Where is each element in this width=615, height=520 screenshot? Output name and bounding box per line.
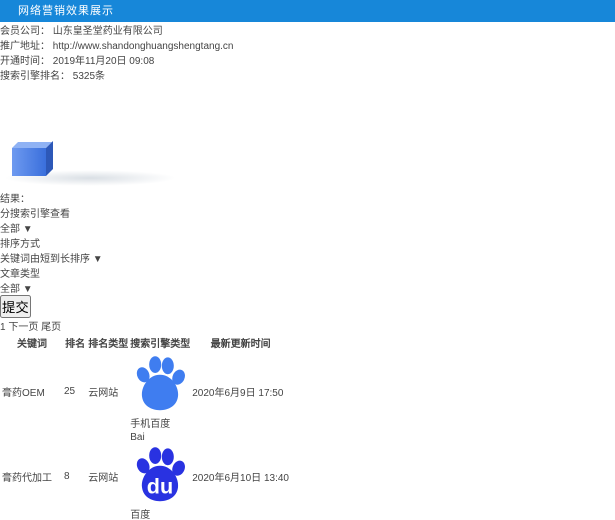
header-updated: 最新更新时间: [210, 339, 271, 350]
sort-select[interactable]: 关键词由短到长排序 ▼: [0, 250, 615, 265]
chevron-down-icon: ▼: [92, 254, 103, 265]
table-header-row: 关键词 排名 排名类型 搜索引擎类型 最新更新时间: [2, 335, 289, 350]
engine-view-label: 分搜索引擎查看: [0, 209, 70, 220]
chart-illustration: [0, 28, 190, 186]
header-rank: 排名: [65, 339, 86, 350]
engine-view-selected: 全部: [0, 224, 20, 235]
submit-button[interactable]: 提交: [0, 295, 31, 318]
engine-view-select[interactable]: 全部 ▼: [0, 220, 615, 235]
mobile-baidu-badge: 手机百度: [130, 356, 190, 430]
rank-link[interactable]: 25: [64, 386, 75, 397]
page-1-button[interactable]: 1: [0, 322, 6, 333]
filter-bar: 结果： 分搜索引擎查看 全部 ▼ 排序方式 关键词由短到长排序 ▼ 文章类型 全…: [0, 190, 615, 318]
keyword-cell: 膏药代加工: [2, 473, 52, 484]
rank-cell: 25: [64, 352, 86, 430]
baidu-paw-icon: du: [137, 447, 186, 502]
bar-blue: [12, 141, 53, 176]
baidu-paw-icon: [137, 356, 186, 411]
baidu-cn-text: 百度: [130, 510, 151, 520]
engine-cell: Bai du 百度: [130, 432, 190, 520]
article-type-select[interactable]: 全部 ▼: [0, 280, 615, 295]
header-keyword: 关键词: [17, 339, 47, 350]
sort-selected: 关键词由短到长排序: [0, 254, 90, 265]
last-page-button[interactable]: 尾页: [41, 322, 61, 333]
updated-cell: 2020年6月10日 13:40: [192, 473, 289, 484]
rank-type-cell: 云网站: [88, 473, 119, 484]
results-table: 关键词 排名 排名类型 搜索引擎类型 最新更新时间 膏药OEM 25 云网站 手…: [0, 333, 291, 520]
rank-cell: 8: [64, 432, 86, 520]
table-row: 膏药代加工 8 云网站 Bai du 百度 2020年6月10日 13:40: [2, 432, 289, 520]
mobile-baidu-label: 手机百度: [130, 419, 171, 430]
baidu-bai-text: Bai: [130, 432, 145, 443]
result-label: 结果：: [0, 194, 30, 205]
table-row: 膏药OEM 25 云网站 手机百度 2020年6月9日 17:50: [2, 352, 289, 430]
info-section: 会员公司： 山东皇圣堂药业有限公司 推广地址： http://www.shand…: [0, 22, 615, 190]
chevron-down-icon: ▼: [22, 284, 33, 295]
bar-green: [46, 139, 73, 176]
engine-cell: 手机百度: [130, 352, 190, 430]
sort-label: 排序方式: [0, 239, 40, 250]
keyword-cell: 膏药OEM: [2, 387, 45, 399]
rank-link[interactable]: 8: [64, 471, 70, 482]
page-title: 网络营销效果展示: [0, 0, 615, 22]
svg-text:du: du: [147, 473, 173, 498]
article-type-label: 文章类型: [0, 269, 40, 280]
next-page-button[interactable]: 下一页: [8, 322, 38, 333]
article-type-selected: 全部: [0, 284, 20, 295]
header-rank-type: 排名类型: [88, 339, 129, 350]
updated-cell: 2020年6月9日 17:50: [192, 387, 284, 399]
pagination: 1 下一页 尾页: [0, 318, 615, 333]
filter-group: 分搜索引擎查看 全部 ▼ 排序方式 关键词由短到长排序 ▼ 文章类型 全部 ▼ …: [0, 205, 615, 318]
header-engine-type: 搜索引擎类型: [130, 339, 191, 350]
baidu-logo: Bai du 百度: [130, 432, 190, 520]
rank-type-cell: 云网站: [88, 387, 119, 399]
chevron-down-icon: ▼: [22, 224, 33, 235]
